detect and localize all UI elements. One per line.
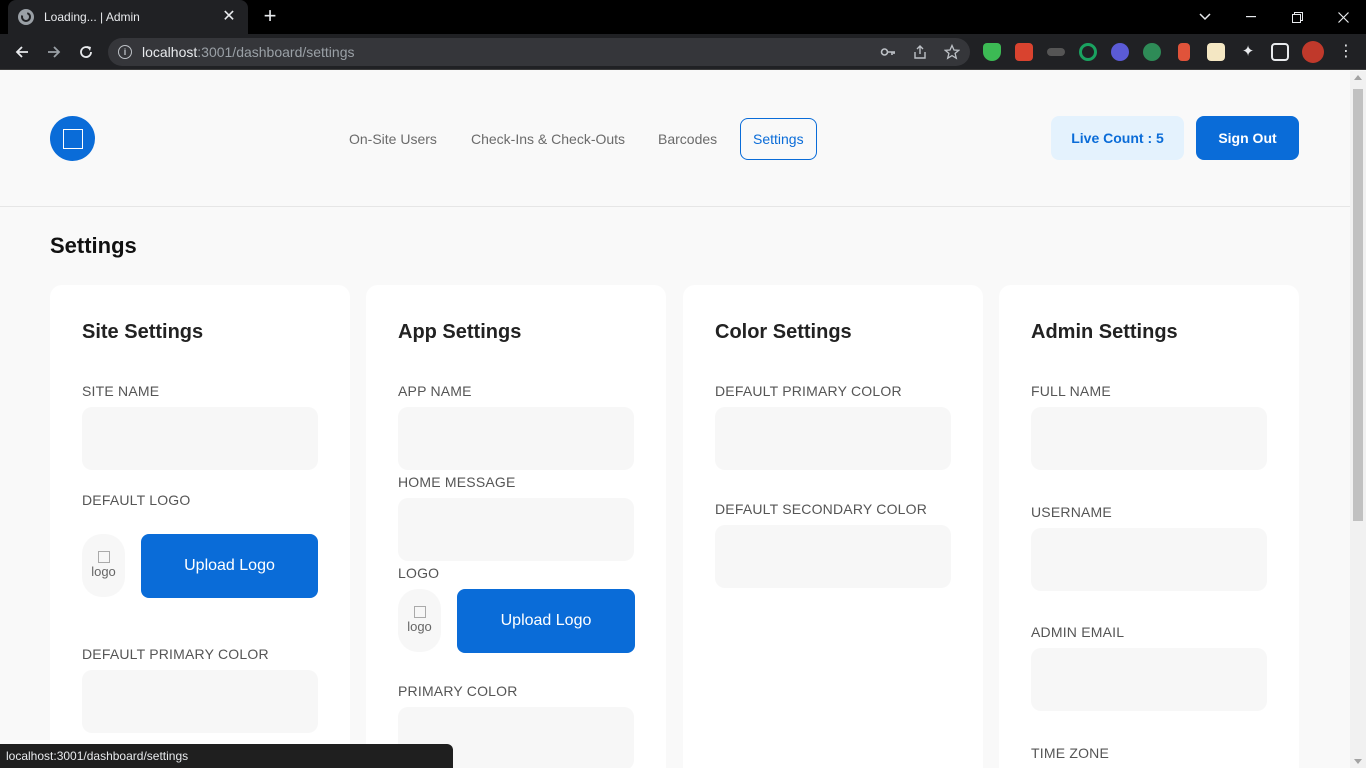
admin-settings-card: Admin Settings FULL NAME USERNAME ADMIN … — [999, 285, 1299, 768]
shield-icon[interactable] — [983, 43, 1001, 61]
default-logo-preview: logo — [82, 534, 125, 597]
restore-icon[interactable] — [1274, 0, 1320, 34]
profile-avatar[interactable] — [1302, 41, 1324, 63]
primary-color-label: PRIMARY COLOR — [398, 683, 518, 699]
card-title: Admin Settings — [1031, 321, 1178, 343]
flower-icon[interactable] — [1111, 43, 1129, 61]
username-input[interactable] — [1031, 528, 1267, 591]
home-message-input[interactable] — [398, 498, 634, 561]
default-primary-color-input[interactable] — [82, 670, 318, 733]
browser-toolbar: i localhost:3001/dashboard/settings ✦ ⋮ — [0, 34, 1366, 70]
url-path: :3001/dashboard/settings — [197, 44, 355, 60]
full-name-label: FULL NAME — [1031, 383, 1111, 399]
menu-icon[interactable]: ⋮ — [1338, 43, 1354, 61]
close-tab-icon[interactable]: ✕ — [220, 8, 238, 26]
forward-arrow-icon[interactable] — [41, 39, 67, 65]
browser-tab-strip: Loading... | Admin ✕ + — [0, 0, 1366, 34]
live-count-badge: Live Count : 5 — [1051, 116, 1184, 160]
card-title: Color Settings — [715, 321, 852, 343]
color-settings-card: Color Settings DEFAULT PRIMARY COLOR DEF… — [683, 285, 983, 768]
app-name-input[interactable] — [398, 407, 634, 470]
new-tab-icon[interactable]: + — [258, 5, 282, 28]
app-settings-card: App Settings APP NAME HOME MESSAGE LOGO … — [366, 285, 666, 768]
logo-square-icon — [62, 128, 83, 149]
sign-out-button[interactable]: Sign Out — [1196, 116, 1299, 160]
reload-icon[interactable] — [73, 39, 99, 65]
home-message-label: HOME MESSAGE — [398, 474, 516, 490]
logo-alt-text: logo — [91, 564, 116, 579]
sidepanel-icon[interactable] — [1271, 43, 1289, 61]
extensions-icon[interactable]: ✦ — [1239, 43, 1257, 61]
key-icon[interactable] — [880, 44, 896, 60]
card-title: App Settings — [398, 321, 522, 343]
default-primary-color-label: DEFAULT PRIMARY COLOR — [82, 646, 269, 662]
browser-tab[interactable]: Loading... | Admin ✕ — [8, 0, 248, 34]
scroll-thumb[interactable] — [1353, 89, 1363, 521]
nav-on-site-users[interactable]: On-Site Users — [349, 118, 437, 160]
app-name-label: APP NAME — [398, 383, 472, 399]
loading-favicon-icon — [18, 9, 34, 25]
app-logo[interactable] — [50, 116, 95, 161]
top-header: On-Site Users Check-Ins & Check-Outs Bar… — [0, 71, 1350, 207]
nav-check-ins-check-outs[interactable]: Check-Ins & Check-Outs — [471, 118, 625, 160]
broken-image-icon — [97, 551, 110, 563]
broken-image-icon — [413, 606, 426, 618]
tab-search-icon[interactable] — [1182, 0, 1228, 34]
username-label: USERNAME — [1031, 504, 1112, 520]
page-title: Settings — [50, 233, 137, 258]
url-text[interactable]: localhost:3001/dashboard/settings — [142, 44, 864, 60]
tab-title: Loading... | Admin — [44, 10, 140, 24]
site-settings-card: Site Settings SITE NAME DEFAULT LOGO log… — [50, 285, 350, 768]
scroll-down-arrow-icon[interactable] — [1354, 759, 1362, 764]
time-zone-label: TIME ZONE — [1031, 745, 1110, 761]
default-secondary-color-input[interactable] — [715, 525, 951, 588]
url-host: localhost — [142, 44, 198, 60]
upload-logo-button[interactable]: Upload Logo — [457, 589, 635, 653]
full-name-input[interactable] — [1031, 407, 1267, 470]
logo-alt-text: logo — [407, 619, 432, 634]
nav-barcodes[interactable]: Barcodes — [658, 118, 717, 160]
share-icon[interactable] — [912, 44, 928, 60]
bookmark-star-icon[interactable] — [944, 44, 960, 60]
back-arrow-icon[interactable] — [9, 39, 35, 65]
admin-email-input[interactable] — [1031, 648, 1267, 711]
site-info-icon[interactable]: i — [118, 45, 132, 59]
link-status-bar: localhost:3001/dashboard/settings — [0, 744, 453, 768]
car-icon[interactable] — [1047, 48, 1065, 56]
scroll-up-arrow-icon[interactable] — [1354, 75, 1362, 80]
target-icon[interactable] — [1079, 43, 1097, 61]
nav-settings[interactable]: Settings — [740, 118, 817, 160]
address-bar[interactable]: i localhost:3001/dashboard/settings — [108, 38, 970, 66]
card-title: Site Settings — [82, 321, 204, 343]
minimize-icon[interactable] — [1228, 0, 1274, 34]
gem-icon[interactable] — [1143, 43, 1161, 61]
site-name-label: SITE NAME — [82, 383, 160, 399]
default-primary-color-input[interactable] — [715, 407, 951, 470]
default-primary-color-label: DEFAULT PRIMARY COLOR — [715, 383, 902, 399]
upload-logo-button[interactable]: Upload Logo — [141, 534, 318, 598]
site-name-input[interactable] — [82, 407, 318, 470]
logo-label: LOGO — [398, 565, 440, 581]
note-icon[interactable] — [1207, 43, 1225, 61]
puzzle-game-icon[interactable] — [1015, 43, 1033, 61]
admin-email-label: ADMIN EMAIL — [1031, 624, 1125, 640]
default-secondary-color-label: DEFAULT SECONDARY COLOR — [715, 501, 928, 517]
page-viewport: On-Site Users Check-Ins & Check-Outs Bar… — [0, 71, 1350, 768]
default-logo-label: DEFAULT LOGO — [82, 492, 191, 508]
rocket-icon[interactable] — [1178, 43, 1190, 61]
app-logo-preview: logo — [398, 589, 441, 652]
close-window-icon[interactable] — [1320, 0, 1366, 34]
page-scrollbar[interactable] — [1350, 71, 1366, 768]
